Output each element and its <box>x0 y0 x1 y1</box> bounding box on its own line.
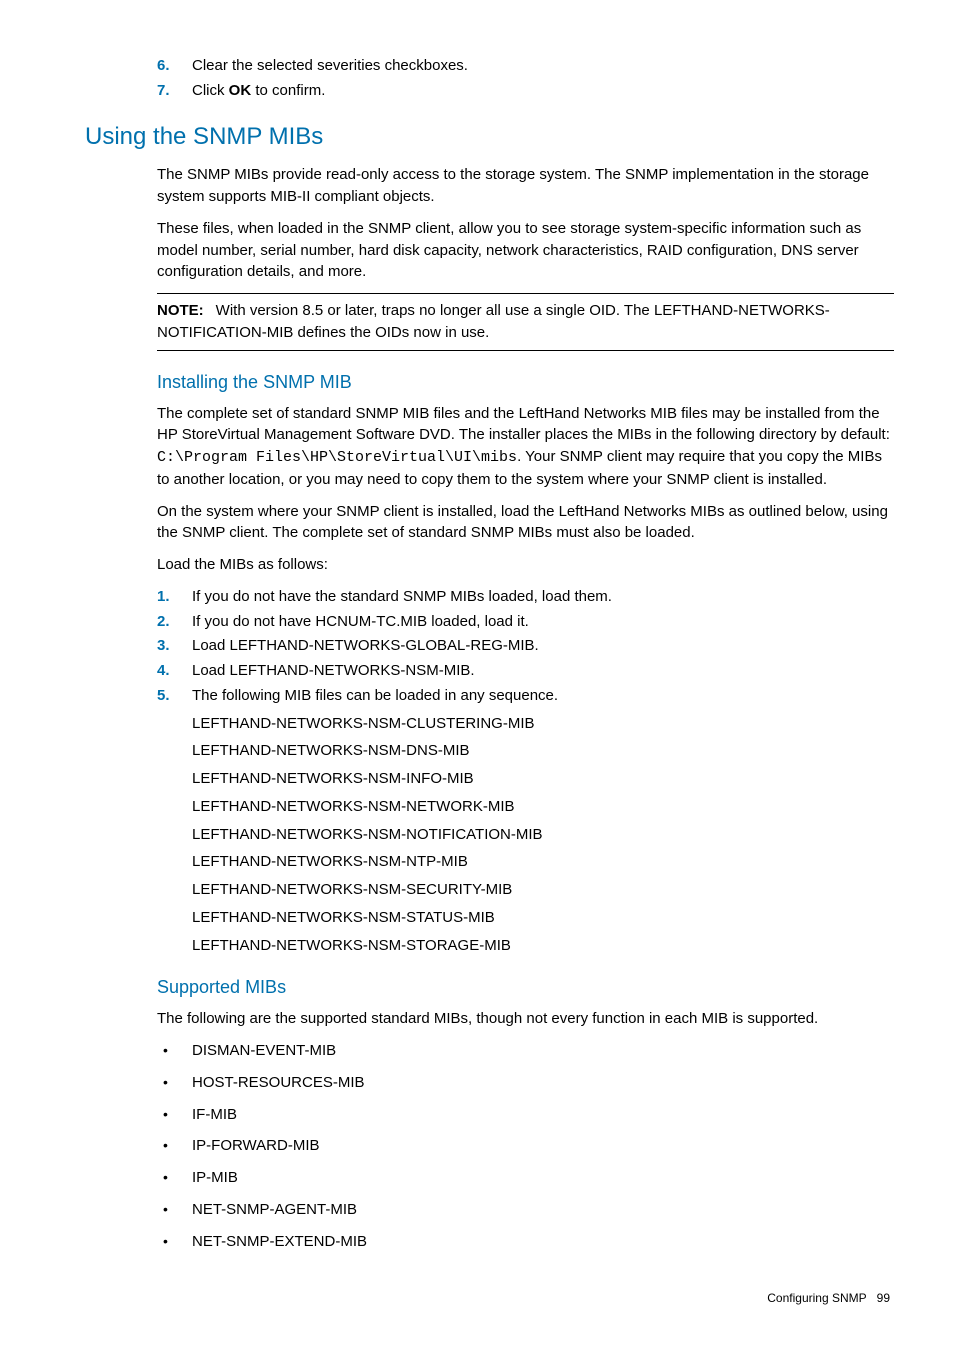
note-text: With version 8.5 or later, traps no long… <box>157 302 830 341</box>
step-6: 6. Clear the selected severities checkbo… <box>157 55 894 77</box>
step-text: Load LEFTHAND-NETWORKS-NSM-MIB. <box>192 662 475 679</box>
step-text-prefix: Click <box>192 82 229 99</box>
supported-mibs-list: DISMAN-EVENT-MIB HOST-RESOURCES-MIB IF-M… <box>157 1040 894 1252</box>
step-text-suffix: to confirm. <box>251 82 325 99</box>
step-text: If you do not have HCNUM-TC.MIB loaded, … <box>192 613 529 630</box>
load-step-4: 4. Load LEFTHAND-NETWORKS-NSM-MIB. <box>157 660 894 682</box>
snmp-intro-para1: The SNMP MIBs provide read-only access t… <box>157 164 894 208</box>
continuation-steps: 6. Clear the selected severities checkbo… <box>157 55 894 102</box>
supported-mib-item: DISMAN-EVENT-MIB <box>157 1040 894 1062</box>
install-path-code: C:\Program Files\HP\StoreVirtual\UI\mibs <box>157 449 517 466</box>
step-number: 3. <box>157 635 170 657</box>
step-text: Load LEFTHAND-NETWORKS-GLOBAL-REG-MIB. <box>192 637 539 654</box>
step-number: 2. <box>157 611 170 633</box>
mib-file-item: LEFTHAND-NETWORKS-NSM-NETWORK-MIB <box>192 796 894 818</box>
footer-title: Configuring SNMP <box>767 1291 866 1305</box>
load-step-2: 2. If you do not have HCNUM-TC.MIB loade… <box>157 611 894 633</box>
note-box: NOTE:With version 8.5 or later, traps no… <box>157 293 894 351</box>
step-number: 7. <box>157 80 170 102</box>
note-label: NOTE: <box>157 302 204 319</box>
mib-file-item: LEFTHAND-NETWORKS-NSM-DNS-MIB <box>192 740 894 762</box>
page-footer: Configuring SNMP 99 <box>85 1290 890 1307</box>
install-p1-pre: The complete set of standard SNMP MIB fi… <box>157 405 890 444</box>
step-7: 7. Click OK to confirm. <box>157 80 894 102</box>
install-para2: On the system where your SNMP client is … <box>157 501 894 545</box>
snmp-intro-para2: These files, when loaded in the SNMP cli… <box>157 218 894 283</box>
section-heading-using-snmp-mibs: Using the SNMP MIBs <box>85 120 894 155</box>
mib-file-item: LEFTHAND-NETWORKS-NSM-SECURITY-MIB <box>192 879 894 901</box>
step-number: 1. <box>157 586 170 608</box>
mib-file-item: LEFTHAND-NETWORKS-NSM-CLUSTERING-MIB <box>192 713 894 735</box>
footer-page-number: 99 <box>877 1291 890 1305</box>
supported-mib-item: IF-MIB <box>157 1104 894 1126</box>
step-number: 4. <box>157 660 170 682</box>
supported-intro: The following are the supported standard… <box>157 1008 894 1030</box>
subsection-supported-mibs: Supported MIBs <box>157 974 894 1000</box>
load-steps: 1. If you do not have the standard SNMP … <box>157 586 894 957</box>
step-number: 5. <box>157 685 170 707</box>
mib-file-list: LEFTHAND-NETWORKS-NSM-CLUSTERING-MIB LEF… <box>192 713 894 957</box>
load-step-3: 3. Load LEFTHAND-NETWORKS-GLOBAL-REG-MIB… <box>157 635 894 657</box>
install-para1: The complete set of standard SNMP MIB fi… <box>157 403 894 491</box>
load-step-1: 1. If you do not have the standard SNMP … <box>157 586 894 608</box>
step-text: Clear the selected severities checkboxes… <box>192 57 468 74</box>
step-text: The following MIB files can be loaded in… <box>192 687 558 704</box>
supported-mib-item: HOST-RESOURCES-MIB <box>157 1072 894 1094</box>
load-step-5: 5. The following MIB files can be loaded… <box>157 685 894 957</box>
mib-file-item: LEFTHAND-NETWORKS-NSM-NOTIFICATION-MIB <box>192 824 894 846</box>
supported-mib-item: IP-FORWARD-MIB <box>157 1135 894 1157</box>
step-number: 6. <box>157 55 170 77</box>
supported-mib-item: NET-SNMP-AGENT-MIB <box>157 1199 894 1221</box>
mib-file-item: LEFTHAND-NETWORKS-NSM-STORAGE-MIB <box>192 935 894 957</box>
subsection-installing-snmp-mib: Installing the SNMP MIB <box>157 369 894 395</box>
supported-mib-item: IP-MIB <box>157 1167 894 1189</box>
step-text: If you do not have the standard SNMP MIB… <box>192 588 612 605</box>
mib-file-item: LEFTHAND-NETWORKS-NSM-NTP-MIB <box>192 851 894 873</box>
supported-mib-item: NET-SNMP-EXTEND-MIB <box>157 1231 894 1253</box>
install-para3: Load the MIBs as follows: <box>157 554 894 576</box>
ok-bold: OK <box>229 82 252 99</box>
mib-file-item: LEFTHAND-NETWORKS-NSM-INFO-MIB <box>192 768 894 790</box>
mib-file-item: LEFTHAND-NETWORKS-NSM-STATUS-MIB <box>192 907 894 929</box>
